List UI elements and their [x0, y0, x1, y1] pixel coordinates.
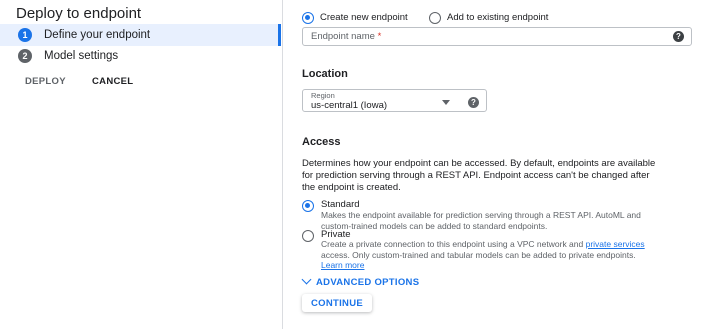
standard-access-description: Makes the endpoint available for predict… [321, 210, 641, 231]
add-existing-endpoint-radio[interactable] [429, 12, 441, 24]
step-label: Model settings [44, 50, 119, 62]
private-access-radio[interactable] [302, 230, 314, 242]
learn-more-link[interactable]: Learn more [321, 260, 364, 270]
endpoint-name-field[interactable]: Endpoint name * ? [302, 27, 692, 46]
private-services-link[interactable]: private services [586, 239, 645, 249]
deploy-button[interactable]: DEPLOY [25, 76, 66, 87]
help-icon[interactable]: ? [468, 97, 479, 108]
access-title: Access [302, 136, 341, 148]
continue-button[interactable]: CONTINUE [302, 294, 372, 312]
page-title: Deploy to endpoint [16, 5, 142, 22]
region-select[interactable]: Region us-central1 (Iowa) ? [302, 89, 487, 112]
standard-access-label: Standard [321, 199, 360, 210]
private-access-description: Create a private connection to this endp… [321, 239, 645, 270]
access-description: Determines how your endpoint can be acce… [302, 158, 656, 193]
chevron-down-icon [301, 274, 312, 285]
dropdown-arrow-icon [442, 100, 450, 105]
cancel-button[interactable]: CANCEL [92, 76, 133, 87]
advanced-options-toggle[interactable]: ADVANCED OPTIONS [300, 274, 420, 289]
endpoint-name-placeholder: Endpoint name * [311, 31, 382, 42]
region-label: Region [311, 91, 335, 100]
region-value: us-central1 (Iowa) [311, 100, 388, 111]
help-icon[interactable]: ? [673, 31, 684, 42]
stepper-panel: Deploy to endpoint 1 Define your endpoin… [0, 0, 283, 329]
step-number-1: 1 [18, 28, 32, 42]
step-model-settings[interactable]: 2 Model settings [0, 45, 281, 67]
advanced-options-label: ADVANCED OPTIONS [316, 277, 420, 288]
step-number-2: 2 [18, 49, 32, 63]
location-title: Location [302, 68, 348, 80]
step-label: Define your endpoint [44, 29, 151, 41]
add-existing-endpoint-label: Add to existing endpoint [447, 12, 549, 23]
create-new-endpoint-radio[interactable] [302, 12, 314, 24]
standard-access-radio[interactable] [302, 200, 314, 212]
create-new-endpoint-label: Create new endpoint [320, 12, 408, 23]
step-define-endpoint[interactable]: 1 Define your endpoint [0, 24, 281, 46]
